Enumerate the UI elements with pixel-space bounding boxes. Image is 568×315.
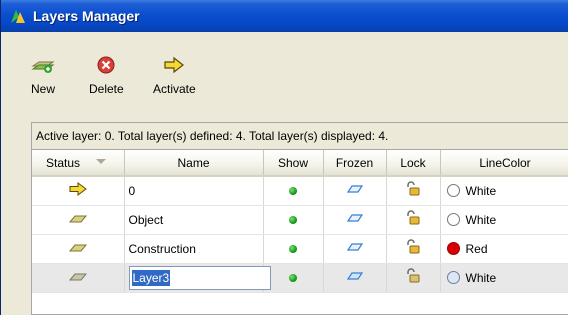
frozen-cell[interactable] — [323, 263, 387, 293]
title-bar[interactable]: Layers Manager — [1, 0, 568, 32]
status-cell[interactable] — [32, 176, 125, 206]
lock-cell[interactable] — [386, 234, 441, 264]
show-on-icon — [289, 273, 297, 282]
layer-name-input[interactable]: Layer3 — [128, 265, 271, 290]
color-swatch-icon — [446, 184, 460, 198]
unlocked-icon — [407, 268, 420, 283]
layer-icon — [68, 244, 87, 251]
column-header-status-label: Status — [46, 155, 81, 170]
table-row[interactable]: 0 White — [32, 176, 568, 206]
lock-cell[interactable] — [386, 176, 441, 206]
linecolor-label: White — [465, 270, 497, 285]
status-cell[interactable] — [32, 234, 125, 264]
delete-button[interactable]: Delete — [89, 54, 124, 96]
linecolor-label: Red — [465, 241, 488, 256]
layers-table: Status Name Show Frozen Lock LineColor 0 — [32, 150, 568, 293]
activate-button-label: Activate — [153, 82, 196, 96]
active-arrow-icon — [69, 182, 87, 197]
toolbar: New Delete Activate — [1, 32, 568, 122]
column-header-show[interactable]: Show — [263, 150, 324, 177]
column-header-frozen[interactable]: Frozen — [323, 150, 387, 177]
layer-name-selected-text: Layer3 — [131, 269, 171, 286]
unlocked-icon — [407, 239, 420, 254]
window-title: Layers Manager — [33, 8, 140, 24]
column-header-status[interactable]: Status — [32, 150, 125, 177]
app-icon — [11, 10, 25, 23]
show-on-icon — [289, 215, 297, 224]
delete-icon — [97, 56, 115, 74]
layer-name[interactable]: Object — [124, 205, 264, 235]
show-cell[interactable] — [263, 234, 324, 264]
new-button-label: New — [31, 82, 56, 96]
linecolor-cell[interactable]: White — [440, 176, 568, 206]
layer-name[interactable]: Construction — [124, 234, 264, 264]
color-swatch-icon — [446, 242, 460, 255]
unfrozen-icon — [346, 214, 363, 222]
show-cell[interactable] — [263, 205, 324, 235]
status-cell[interactable] — [32, 205, 125, 235]
layer-icon — [68, 273, 87, 280]
show-cell[interactable] — [263, 176, 324, 206]
linecolor-label: White — [465, 183, 497, 198]
frozen-cell[interactable] — [323, 176, 387, 206]
layer-name[interactable]: 0 — [124, 176, 264, 206]
table-row[interactable]: Object White — [32, 205, 568, 235]
table-row[interactable]: Layer3 White — [32, 263, 568, 293]
lock-cell[interactable] — [386, 263, 441, 293]
unfrozen-icon — [346, 272, 363, 280]
frozen-cell[interactable] — [323, 234, 387, 264]
linecolor-cell[interactable]: Red — [440, 234, 568, 264]
sort-arrow-icon — [95, 159, 106, 164]
layers-manager-window: Layers Manager New Delete Activate Activ… — [0, 0, 568, 315]
status-cell[interactable] — [32, 263, 125, 293]
new-button[interactable]: New — [31, 54, 55, 96]
table-row[interactable]: Construction Red — [32, 234, 568, 264]
show-cell[interactable] — [263, 263, 324, 293]
linecolor-cell[interactable]: White — [440, 205, 568, 235]
unfrozen-icon — [346, 243, 363, 251]
lock-cell[interactable] — [386, 205, 441, 235]
layer-icon — [68, 215, 87, 222]
layer-name-cell[interactable]: Layer3 — [124, 263, 271, 293]
layer-status-text: Active layer: 0. Total layer(s) defined:… — [32, 123, 568, 150]
linecolor-label: White — [465, 212, 497, 227]
unlocked-icon — [407, 210, 420, 225]
delete-button-label: Delete — [89, 82, 124, 96]
show-on-icon — [289, 244, 297, 253]
column-header-linecolor[interactable]: LineColor — [440, 150, 568, 177]
color-swatch-icon — [446, 213, 460, 226]
activate-arrow-icon — [164, 56, 185, 74]
new-layer-icon — [31, 61, 55, 73]
frozen-cell[interactable] — [323, 205, 387, 235]
color-swatch-icon — [446, 271, 460, 284]
layers-panel: Active layer: 0. Total layer(s) defined:… — [31, 122, 568, 315]
activate-button[interactable]: Activate — [153, 54, 196, 96]
column-header-lock[interactable]: Lock — [386, 150, 441, 177]
column-header-name[interactable]: Name — [124, 150, 264, 177]
unfrozen-icon — [346, 185, 363, 193]
show-on-icon — [289, 186, 297, 195]
linecolor-cell[interactable]: White — [440, 263, 568, 293]
unlocked-icon — [407, 181, 420, 196]
